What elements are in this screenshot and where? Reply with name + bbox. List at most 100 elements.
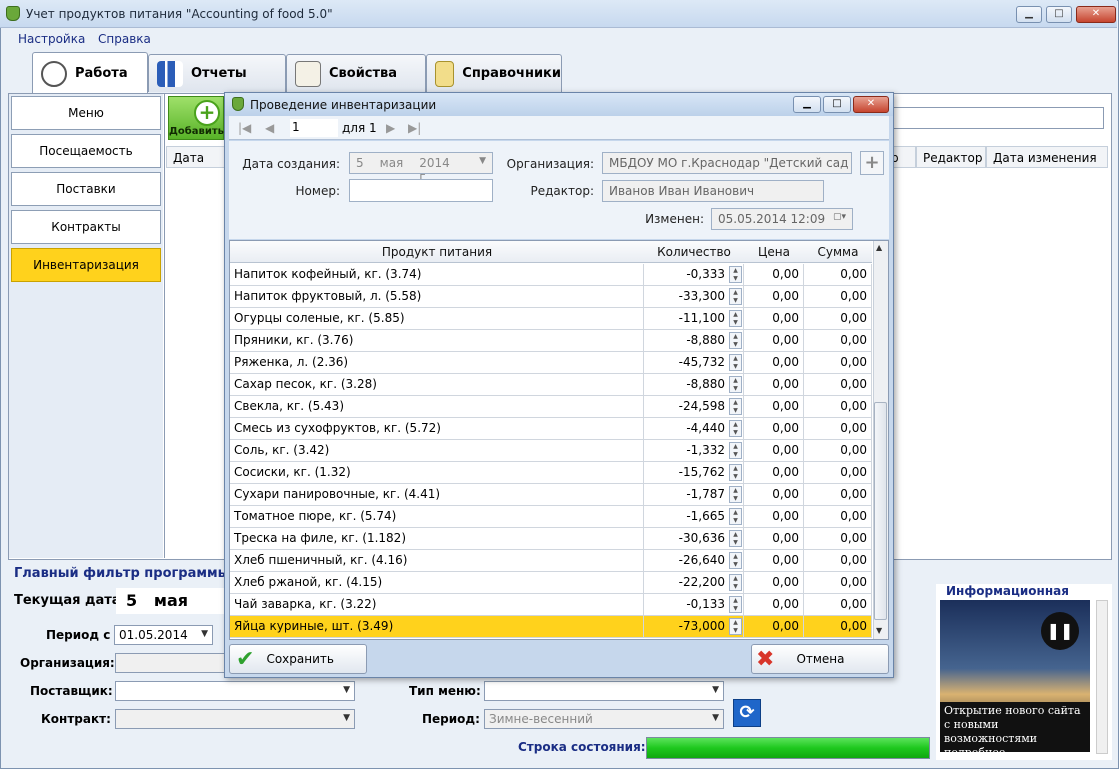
quantity-cell[interactable]: -30,636 ▲ ▼	[644, 528, 744, 550]
quantity-cell[interactable]: -1,332 ▲ ▼	[644, 440, 744, 462]
table-row[interactable]: Чай заварка, кг. (3.22) -0,133 ▲ ▼ 0,00 0,00	[230, 594, 872, 616]
scrollbar-thumb[interactable]	[874, 402, 887, 620]
sidebar-item-inventory[interactable]: Инвентаризация	[11, 248, 161, 282]
quantity-cell[interactable]: -0,133 ▲ ▼	[644, 594, 744, 616]
quantity-spinner[interactable]: ▲ ▼	[729, 376, 742, 393]
quantity-spinner[interactable]: ▲ ▼	[729, 486, 742, 503]
quantity-cell[interactable]: -1,787 ▲ ▼	[644, 484, 744, 506]
table-row[interactable]: Огурцы соленые, кг. (5.85) -11,100 ▲ ▼ 0,00 0…	[230, 308, 872, 330]
scroll-down-icon[interactable]: ▼	[876, 626, 882, 635]
save-button[interactable]: ✔ Сохранить	[229, 644, 367, 674]
dialog-close-button[interactable]: ✕	[853, 96, 889, 113]
quantity-spinner[interactable]: ▲ ▼	[729, 420, 742, 437]
sidebar-item-contracts[interactable]: Контракты	[11, 210, 161, 244]
search-input[interactable]	[886, 107, 1104, 129]
created-date-picker[interactable]: 5 мая 2014 г. ▼	[349, 152, 493, 184]
record-number-input[interactable]: 1	[290, 119, 338, 137]
quantity-cell[interactable]: -73,000 ▲ ▼	[644, 616, 744, 638]
table-row[interactable]: Сухари панировочные, кг. (4.41) -1,787 ▲ ▼ 0…	[230, 484, 872, 506]
sidebar-item-deliveries[interactable]: Поставки	[11, 172, 161, 206]
table-row[interactable]: Сахар песок, кг. (3.28) -8,880 ▲ ▼ 0,00 0,00	[230, 374, 872, 396]
quantity-cell[interactable]: -24,598 ▲ ▼	[644, 396, 744, 418]
column-changed-date[interactable]: Дата изменения	[986, 146, 1108, 168]
quantity-spinner[interactable]: ▲ ▼	[729, 574, 742, 591]
table-row[interactable]: Томатное пюре, кг. (5.74) -1,665 ▲ ▼ 0,00 0,0…	[230, 506, 872, 528]
contract-select[interactable]: ▼	[115, 709, 355, 729]
quantity-spinner[interactable]: ▲ ▼	[729, 508, 742, 525]
menu-type-select[interactable]: ▼	[484, 681, 724, 701]
quantity-spinner[interactable]: ▲ ▼	[729, 266, 742, 283]
table-row[interactable]: Треска на филе, кг. (1.182) -30,636 ▲ ▼ 0,00…	[230, 528, 872, 550]
table-row[interactable]: Свекла, кг. (5.43) -24,598 ▲ ▼ 0,00 0,00	[230, 396, 872, 418]
quantity-cell[interactable]: -15,762 ▲ ▼	[644, 462, 744, 484]
prev-record-icon[interactable]: ◀	[265, 121, 274, 135]
table-row[interactable]: Соль, кг. (3.42) -1,332 ▲ ▼ 0,00 0,00	[230, 440, 872, 462]
period-select[interactable]: Зимне-весенний ▼	[484, 709, 724, 729]
menu-help[interactable]: Справка	[98, 32, 151, 46]
table-row[interactable]: Смесь из сухофруктов, кг. (5.72) -4,440 ▲ ▼…	[230, 418, 872, 440]
maximize-button[interactable]: □	[1046, 6, 1072, 23]
column-quantity[interactable]: Количество	[644, 245, 744, 259]
quantity-spinner[interactable]: ▲ ▼	[729, 618, 742, 635]
info-scrollbar[interactable]	[1096, 600, 1108, 754]
quantity-spinner[interactable]: ▲ ▼	[729, 288, 742, 305]
tab-properties[interactable]: Свойства	[286, 54, 426, 92]
changed-date-picker[interactable]: 05.05.2014 12:09 ▢▾	[711, 208, 853, 230]
sidebar-item-attendance[interactable]: Посещаемость	[11, 134, 161, 168]
dialog-minimize-button[interactable]: ▁	[793, 96, 821, 113]
column-sum[interactable]: Сумма	[804, 245, 872, 259]
table-row[interactable]: Хлеб ржаной, кг. (4.15) -22,200 ▲ ▼ 0,00 0,00	[230, 572, 872, 594]
tab-references[interactable]: Справочники	[426, 54, 562, 92]
table-row[interactable]: Хлеб пшеничный, кг. (4.16) -26,640 ▲ ▼ 0,00 0…	[230, 550, 872, 572]
quantity-cell[interactable]: -11,100 ▲ ▼	[644, 308, 744, 330]
table-row[interactable]: Ряженка, л. (2.36) -45,732 ▲ ▼ 0,00 0,00	[230, 352, 872, 374]
quantity-spinner[interactable]: ▲ ▼	[729, 354, 742, 371]
number-input[interactable]	[349, 179, 493, 202]
first-record-icon[interactable]: |◀	[238, 121, 251, 135]
quantity-cell[interactable]: -4,440 ▲ ▼	[644, 418, 744, 440]
pause-icon[interactable]: ❚❚	[1041, 612, 1079, 650]
quantity-cell[interactable]: -1,665 ▲ ▼	[644, 506, 744, 528]
scroll-up-icon[interactable]: ▲	[876, 243, 882, 252]
table-row[interactable]: Яйца куриные, шт. (3.49) -73,000 ▲ ▼ 0,00 0,0…	[230, 616, 872, 638]
column-price[interactable]: Цена	[744, 245, 804, 259]
info-more-link[interactable]: подробнее...	[944, 746, 1086, 760]
quantity-spinner[interactable]: ▲ ▼	[729, 442, 742, 459]
dialog-org-select[interactable]: МБДОУ МО г.Краснодар "Детский сад	[602, 152, 852, 174]
quantity-spinner[interactable]: ▲ ▼	[729, 310, 742, 327]
add-org-button[interactable]: +	[860, 151, 884, 175]
minimize-button[interactable]: ▁	[1016, 6, 1042, 23]
next-record-icon[interactable]: ▶	[386, 121, 395, 135]
supplier-select[interactable]: ▼	[115, 681, 355, 701]
quantity-spinner[interactable]: ▲ ▼	[729, 398, 742, 415]
quantity-spinner[interactable]: ▲ ▼	[729, 596, 742, 613]
last-record-icon[interactable]: ▶|	[408, 121, 421, 135]
period-from-picker[interactable]: 01.05.2014 ▼	[114, 625, 213, 645]
quantity-cell[interactable]: -8,880 ▲ ▼	[644, 374, 744, 396]
column-date[interactable]: Дата	[166, 146, 226, 168]
quantity-cell[interactable]: -33,300 ▲ ▼	[644, 286, 744, 308]
close-button[interactable]: ✕	[1076, 6, 1116, 23]
quantity-cell[interactable]: -0,333 ▲ ▼	[644, 264, 744, 286]
sidebar-item-menu[interactable]: Меню	[11, 96, 161, 130]
editor-input[interactable]: Иванов Иван Иванович	[602, 180, 824, 202]
cancel-button[interactable]: ✖ Отмена	[751, 644, 889, 674]
quantity-cell[interactable]: -26,640 ▲ ▼	[644, 550, 744, 572]
dialog-maximize-button[interactable]: □	[823, 96, 851, 113]
menu-settings[interactable]: Настройка	[18, 32, 85, 46]
current-date-value[interactable]: 5 мая	[116, 588, 224, 614]
refresh-icon[interactable]: ⟳	[733, 699, 761, 727]
quantity-cell[interactable]: -45,732 ▲ ▼	[644, 352, 744, 374]
quantity-spinner[interactable]: ▲ ▼	[729, 332, 742, 349]
table-row[interactable]: Напиток фруктовый, л. (5.58) -33,300 ▲ ▼ 0,0…	[230, 286, 872, 308]
tab-reports[interactable]: Отчеты	[148, 54, 286, 92]
quantity-spinner[interactable]: ▲ ▼	[729, 464, 742, 481]
quantity-spinner[interactable]: ▲ ▼	[729, 552, 742, 569]
table-row[interactable]: Пряники, кг. (3.76) -8,880 ▲ ▼ 0,00 0,00	[230, 330, 872, 352]
quantity-cell[interactable]: -8,880 ▲ ▼	[644, 330, 744, 352]
quantity-cell[interactable]: -22,200 ▲ ▼	[644, 572, 744, 594]
tab-work[interactable]: Работа	[32, 52, 148, 94]
column-editor[interactable]: Редактор	[916, 146, 986, 168]
column-product[interactable]: Продукт питания	[230, 245, 644, 259]
organization-select[interactable]	[115, 653, 227, 673]
